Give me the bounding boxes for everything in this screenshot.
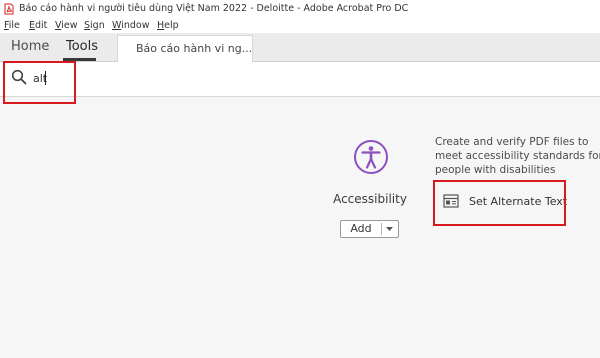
tool-name: Accessibility [333, 192, 407, 206]
menu-window[interactable]: Window [112, 18, 149, 33]
menu-edit[interactable]: Edit [29, 18, 47, 33]
tab-tools[interactable]: Tools [66, 33, 98, 61]
add-button-group: Add [340, 220, 399, 238]
accessibility-icon[interactable] [353, 139, 389, 175]
tools-search-bar [0, 62, 600, 97]
menu-file[interactable]: File [4, 18, 20, 33]
tool-description: Create and verify PDF files to meet acce… [435, 135, 600, 177]
alternate-text-highlight-box [433, 180, 566, 226]
menu-bar: File Edit View Sign Window Help [0, 18, 600, 33]
search-highlight-box [3, 61, 76, 104]
tab-document-label: Báo cáo hành vi ng... [136, 42, 253, 55]
description-line: meet accessibility standards for [435, 150, 600, 162]
window-title: Báo cáo hành vi người tiêu dùng Việt Nam… [19, 3, 409, 14]
button-divider [381, 223, 382, 235]
description-line: people with disabilities [435, 164, 556, 176]
acrobat-pdf-icon [4, 3, 14, 15]
tab-home[interactable]: Home [11, 33, 49, 61]
tab-bar: Home Tools Báo cáo hành vi ng... [0, 33, 600, 62]
description-line: Create and verify PDF files to [435, 136, 589, 148]
menu-help[interactable]: Help [157, 18, 179, 33]
add-button[interactable]: Add [341, 221, 381, 237]
menu-view[interactable]: View [55, 18, 78, 33]
title-bar: Báo cáo hành vi người tiêu dùng Việt Nam… [0, 0, 600, 18]
dropdown-arrow-icon[interactable] [385, 226, 394, 232]
menu-sign[interactable]: Sign [84, 18, 105, 33]
tab-document[interactable]: Báo cáo hành vi ng... [117, 35, 253, 62]
